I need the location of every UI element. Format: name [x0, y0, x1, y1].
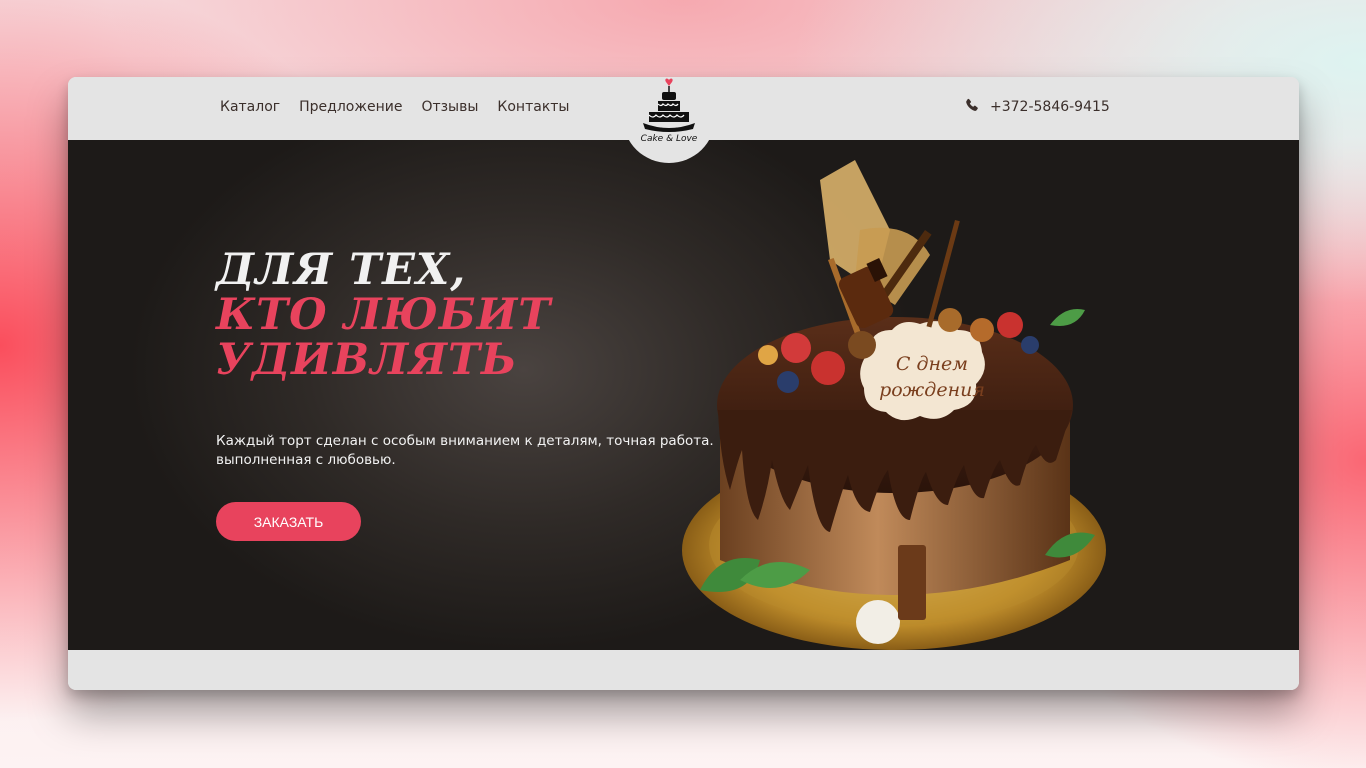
cake-image: С днем рождения — [682, 160, 1106, 650]
nav-item-offer[interactable]: Предложение — [299, 99, 402, 115]
hero-title: Для тех, кто любит удивлять — [216, 248, 551, 383]
svg-text:С днем: С днем — [896, 353, 968, 375]
hero-title-line-3: удивлять — [216, 335, 518, 385]
logo[interactable]: Cake & Love — [623, 77, 715, 163]
hero-title-line-2: кто любит — [216, 290, 552, 340]
hero-section: Для тех, кто любит удивлять Каждый торт … — [68, 140, 1299, 650]
browser-window: Каталог Предложение Отзывы Контакты +372… — [68, 77, 1299, 690]
svg-text:рождения: рождения — [879, 379, 985, 401]
phone-icon — [965, 98, 979, 116]
hero-title-line-1: Для тех, — [216, 245, 467, 295]
order-button[interactable]: ЗАКАЗАТЬ — [216, 502, 361, 541]
phone-number: +372-5846-9415 — [990, 99, 1110, 115]
nav-item-contacts[interactable]: Контакты — [497, 99, 569, 115]
hero-description: Каждый торт сделан с особым вниманием к … — [216, 432, 714, 468]
cake-logo-icon: Cake & Love — [641, 78, 698, 144]
nav-item-catalog[interactable]: Каталог — [220, 99, 280, 115]
main-nav: Каталог Предложение Отзывы Контакты — [220, 77, 569, 137]
phone-contact[interactable]: +372-5846-9415 — [965, 77, 1110, 137]
nav-item-reviews[interactable]: Отзывы — [421, 99, 478, 115]
svg-text:Cake & Love: Cake & Love — [641, 134, 698, 144]
footer-strip — [68, 650, 1299, 690]
